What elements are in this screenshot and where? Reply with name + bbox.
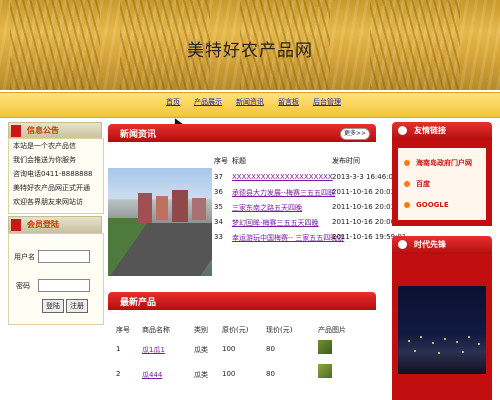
news-link[interactable]: 幸运游玩中国梅赛-- 三家五五四晚游 [232, 233, 344, 243]
product-category: 瓜类 [194, 346, 208, 354]
news-header: 新闻资讯 [108, 124, 376, 142]
bullet-icon [398, 126, 407, 135]
photo-building [138, 193, 152, 223]
news-id: 36 [214, 188, 223, 196]
photo-building [172, 190, 188, 222]
news-time: 2013-3-3 16:46:05 [332, 173, 398, 181]
nav-home[interactable]: 首页 [166, 97, 180, 107]
city-light [444, 338, 446, 340]
city-light [408, 340, 410, 342]
era-header: 时代先锋 [392, 236, 492, 254]
col-header: 标题 [232, 157, 246, 165]
col-header: 序号 [116, 326, 130, 334]
more-news-button[interactable]: 更多>> [340, 128, 370, 140]
product-current-price: 80 [266, 345, 275, 353]
main-nav: 首页 产品展示 新闻资讯 留言板 后台管理 [166, 97, 341, 107]
register-button[interactable]: 注册 [66, 299, 88, 313]
notice-panel: 本站是一个农产品信 我们会推送为你服务 咨询电话0411-8888888 美特好… [8, 138, 104, 214]
col-header: 类别 [194, 326, 208, 334]
news-photo [108, 168, 212, 276]
col-header: 原价(元) [222, 326, 249, 334]
nav-admin[interactable]: 后台管理 [313, 97, 341, 107]
username-label: 用户名 [14, 253, 35, 261]
nav-guestbook[interactable]: 留言板 [278, 97, 299, 107]
products-title: 最新产品 [120, 298, 157, 308]
news-id: 33 [214, 233, 223, 241]
col-header: 发布时间 [332, 157, 360, 165]
notice-line: 我们会推送为你服务 [13, 156, 76, 164]
city-light [414, 350, 416, 352]
col-header: 序号 [214, 157, 228, 165]
news-id: 35 [214, 203, 223, 211]
product-current-price: 80 [266, 370, 275, 378]
product-link[interactable]: 瓜1瓜1 [142, 345, 165, 355]
site-title: 美特好农产品网 [187, 41, 313, 61]
notice-line: 美特好农产品网正式开通 [13, 184, 90, 192]
city-light [468, 336, 470, 338]
product-thumbnail[interactable] [318, 364, 332, 378]
product-link[interactable]: 瓜444 [142, 370, 162, 380]
bullet-icon [398, 240, 407, 249]
col-header: 现价(元) [266, 326, 293, 334]
city-light [462, 351, 464, 353]
product-id: 1 [116, 345, 121, 353]
orange-bullet-icon [404, 181, 410, 187]
col-header: 商品名称 [142, 326, 170, 334]
news-link[interactable]: 梦幻回眸-梅赛三五五天四晚 [232, 218, 319, 228]
friend-link-label: 海南岛政府门户网 [416, 159, 472, 167]
friend-link-label: 百度 [416, 180, 430, 188]
product-original-price: 100 [222, 345, 236, 353]
friend-link[interactable]: 海南岛政府门户网 [404, 158, 472, 168]
friend-link-label: GOOGLE [416, 201, 449, 209]
news-id: 37 [214, 173, 223, 181]
era-title: 时代先锋 [414, 240, 446, 249]
member-header: 会员登陆 [8, 216, 102, 234]
friends-header: 友情链接 [392, 122, 492, 140]
news-link[interactable]: 三家东南之路五天四晚 [232, 203, 302, 213]
news-title: 新闻资讯 [120, 130, 157, 140]
city-light [478, 343, 480, 345]
photo-building [192, 198, 206, 220]
notice-line: 本站是一个农产品信 [13, 142, 76, 150]
product-category: 瓜类 [194, 371, 208, 379]
friends-title: 友情链接 [414, 126, 446, 135]
nav-products[interactable]: 产品展示 [194, 97, 222, 107]
notice-line: 咨询电话0411-8888888 [13, 170, 93, 178]
city-light [438, 352, 440, 354]
flag-icon [11, 125, 21, 137]
password-input[interactable] [38, 279, 90, 292]
products-header: 最新产品 [108, 292, 376, 310]
notice-line: 欢迎各界朋友来网站访 [13, 198, 83, 206]
city-light [456, 341, 458, 343]
city-light [420, 336, 422, 338]
product-id: 2 [116, 370, 121, 378]
orange-bullet-icon [404, 160, 410, 166]
login-button[interactable]: 登陆 [42, 299, 64, 313]
city-light [432, 342, 434, 344]
friends-links: 海南岛政府门户网 百度 GOOGLE [398, 148, 486, 220]
news-link[interactable]: XXXXXXXXXXXXXXXXXXXXX [232, 173, 333, 181]
news-id: 34 [214, 218, 223, 226]
col-header: 产品图片 [318, 326, 346, 334]
friend-link[interactable]: GOOGLE [404, 201, 449, 209]
notice-title: 信息公告 [27, 126, 59, 135]
nav-news[interactable]: 新闻资讯 [236, 97, 264, 107]
friend-link[interactable]: 百度 [404, 179, 430, 189]
news-link[interactable]: 承德县大力发展--梅赛三五五四联 [232, 188, 335, 198]
product-thumbnail[interactable] [318, 340, 332, 354]
password-label: 密码 [16, 282, 30, 290]
photo-building [156, 196, 168, 220]
username-input[interactable] [38, 250, 90, 263]
flag-icon [11, 219, 21, 231]
member-title: 会员登陆 [27, 220, 59, 229]
product-original-price: 100 [222, 370, 236, 378]
orange-bullet-icon [404, 202, 410, 208]
night-city-photo [398, 286, 486, 374]
